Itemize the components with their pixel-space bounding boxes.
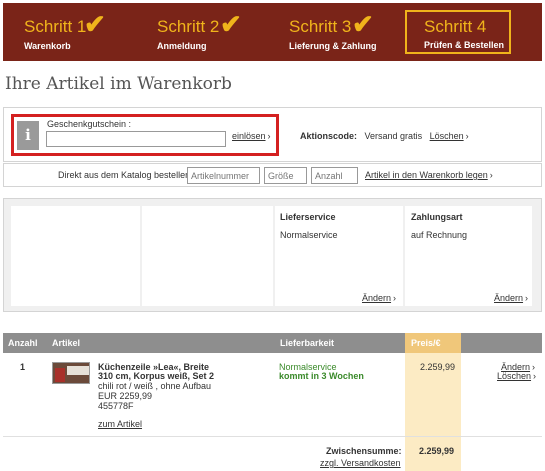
payment-change-link[interactable]: Ändern bbox=[494, 293, 523, 303]
size-input[interactable] bbox=[264, 167, 307, 184]
payment-method-title: Zahlungsart bbox=[411, 212, 463, 222]
redeem-link[interactable]: einlösen bbox=[232, 131, 266, 141]
promo-code-value: Versand gratis bbox=[364, 131, 423, 141]
empty-panel bbox=[11, 206, 140, 306]
quantity-input[interactable] bbox=[311, 167, 358, 184]
thumbnail-detail bbox=[67, 366, 89, 375]
step-label: Schritt 2 bbox=[157, 17, 220, 36]
product-variant: chili rot / weiß , ohne Aufbau bbox=[98, 381, 212, 391]
payment-method-panel: Zahlungsart auf Rechnung Ändern › bbox=[405, 206, 532, 306]
chevron-right-icon: › bbox=[533, 371, 537, 381]
delivery-service-value: Normalservice bbox=[280, 230, 338, 240]
delivery-change-link[interactable]: Ändern bbox=[362, 293, 391, 303]
gift-voucher-input[interactable] bbox=[46, 131, 226, 147]
add-to-cart-link-wrap[interactable]: Artikel in den Warenkorb legen › bbox=[365, 170, 493, 180]
info-icon: i bbox=[17, 121, 39, 150]
chevron-right-icon: › bbox=[525, 293, 529, 303]
payment-change-link-wrap[interactable]: Ändern › bbox=[494, 293, 528, 303]
step-label: Schritt 4 bbox=[424, 17, 487, 36]
row-qty: 1 bbox=[20, 362, 26, 372]
checkmark-icon: ✔ bbox=[352, 9, 374, 39]
delivery-service-title: Lieferservice bbox=[280, 212, 336, 222]
promo-code-label: Aktionscode: bbox=[300, 131, 358, 141]
row-delete-link-wrap[interactable]: Löschen › bbox=[497, 371, 536, 381]
row-delivery-time: kommt in 3 Wochen bbox=[279, 371, 364, 381]
shipping-costs-link[interactable]: zzgl. Versandkosten bbox=[320, 458, 401, 468]
row-price: 2.259,99 bbox=[420, 362, 456, 372]
product-name: 310 cm, Korpus weiß, Set 2 bbox=[98, 371, 215, 381]
col-header-price: Preis/€ bbox=[411, 338, 441, 348]
step-3[interactable]: Schritt 3 ✔ Lieferung & Zahlung bbox=[287, 3, 397, 61]
step-2[interactable]: Schritt 2 ✔ Anmeldung bbox=[154, 3, 274, 61]
step-label: Schritt 1 bbox=[24, 17, 87, 36]
chevron-right-icon: › bbox=[489, 170, 493, 180]
checkmark-icon: ✔ bbox=[220, 9, 242, 39]
step-1[interactable]: Schritt 1 ✔ Warenkorb bbox=[21, 3, 141, 61]
checkout-step-bar: Schritt 1 ✔ Warenkorb Schritt 2 ✔ Anmeld… bbox=[3, 3, 542, 61]
col-header-availability: Lieferbarkeit bbox=[280, 338, 335, 348]
product-thumbnail[interactable] bbox=[52, 362, 90, 384]
promo-delete-link[interactable]: Löschen bbox=[430, 131, 464, 141]
subtotal-value: 2.259,99 bbox=[419, 446, 455, 456]
redeem-link-wrap[interactable]: einlösen › bbox=[232, 131, 271, 141]
product-article-number: 455778F bbox=[98, 401, 134, 411]
col-header-qty: Anzahl bbox=[8, 338, 38, 348]
delivery-service-panel: Lieferservice Normalservice Ändern › bbox=[275, 206, 403, 306]
chevron-right-icon: › bbox=[267, 131, 271, 141]
page-title: Ihre Artikel im Warenkorb bbox=[5, 74, 232, 94]
promo-code: Aktionscode: Versand gratis Löschen › bbox=[300, 131, 469, 141]
empty-panel bbox=[142, 206, 273, 306]
payment-method-value: auf Rechnung bbox=[411, 230, 468, 240]
add-to-cart-link[interactable]: Artikel in den Warenkorb legen bbox=[365, 170, 488, 180]
col-header-item: Artikel bbox=[52, 338, 81, 348]
row-delete-link[interactable]: Löschen bbox=[497, 371, 531, 381]
checkmark-icon: ✔ bbox=[84, 9, 106, 39]
article-number-input[interactable] bbox=[187, 167, 260, 184]
catalog-order-label: Direkt aus dem Katalog bestellen: bbox=[58, 170, 193, 180]
subtotal-label: Zwischensumme: bbox=[326, 446, 402, 456]
chevron-right-icon: › bbox=[393, 293, 397, 303]
row-divider bbox=[3, 436, 542, 437]
step-sublabel: Lieferung & Zahlung bbox=[289, 41, 377, 51]
product-unit-price: EUR 2259,99 bbox=[98, 391, 153, 401]
view-article-link[interactable]: zum Artikel bbox=[98, 419, 142, 429]
thumbnail-detail bbox=[55, 368, 65, 382]
step-sublabel: Warenkorb bbox=[24, 41, 71, 51]
step-label: Schritt 3 bbox=[289, 17, 352, 36]
chevron-right-icon: › bbox=[465, 131, 469, 141]
delivery-change-link-wrap[interactable]: Ändern › bbox=[362, 293, 396, 303]
step-4-current[interactable]: Schritt 4 Prüfen & Bestellen bbox=[405, 10, 511, 54]
gift-voucher-label: Geschenkgutschein : bbox=[47, 119, 132, 129]
step-sublabel: Prüfen & Bestellen bbox=[424, 40, 505, 50]
cart-table-header bbox=[3, 333, 542, 353]
step-sublabel: Anmeldung bbox=[157, 41, 207, 51]
